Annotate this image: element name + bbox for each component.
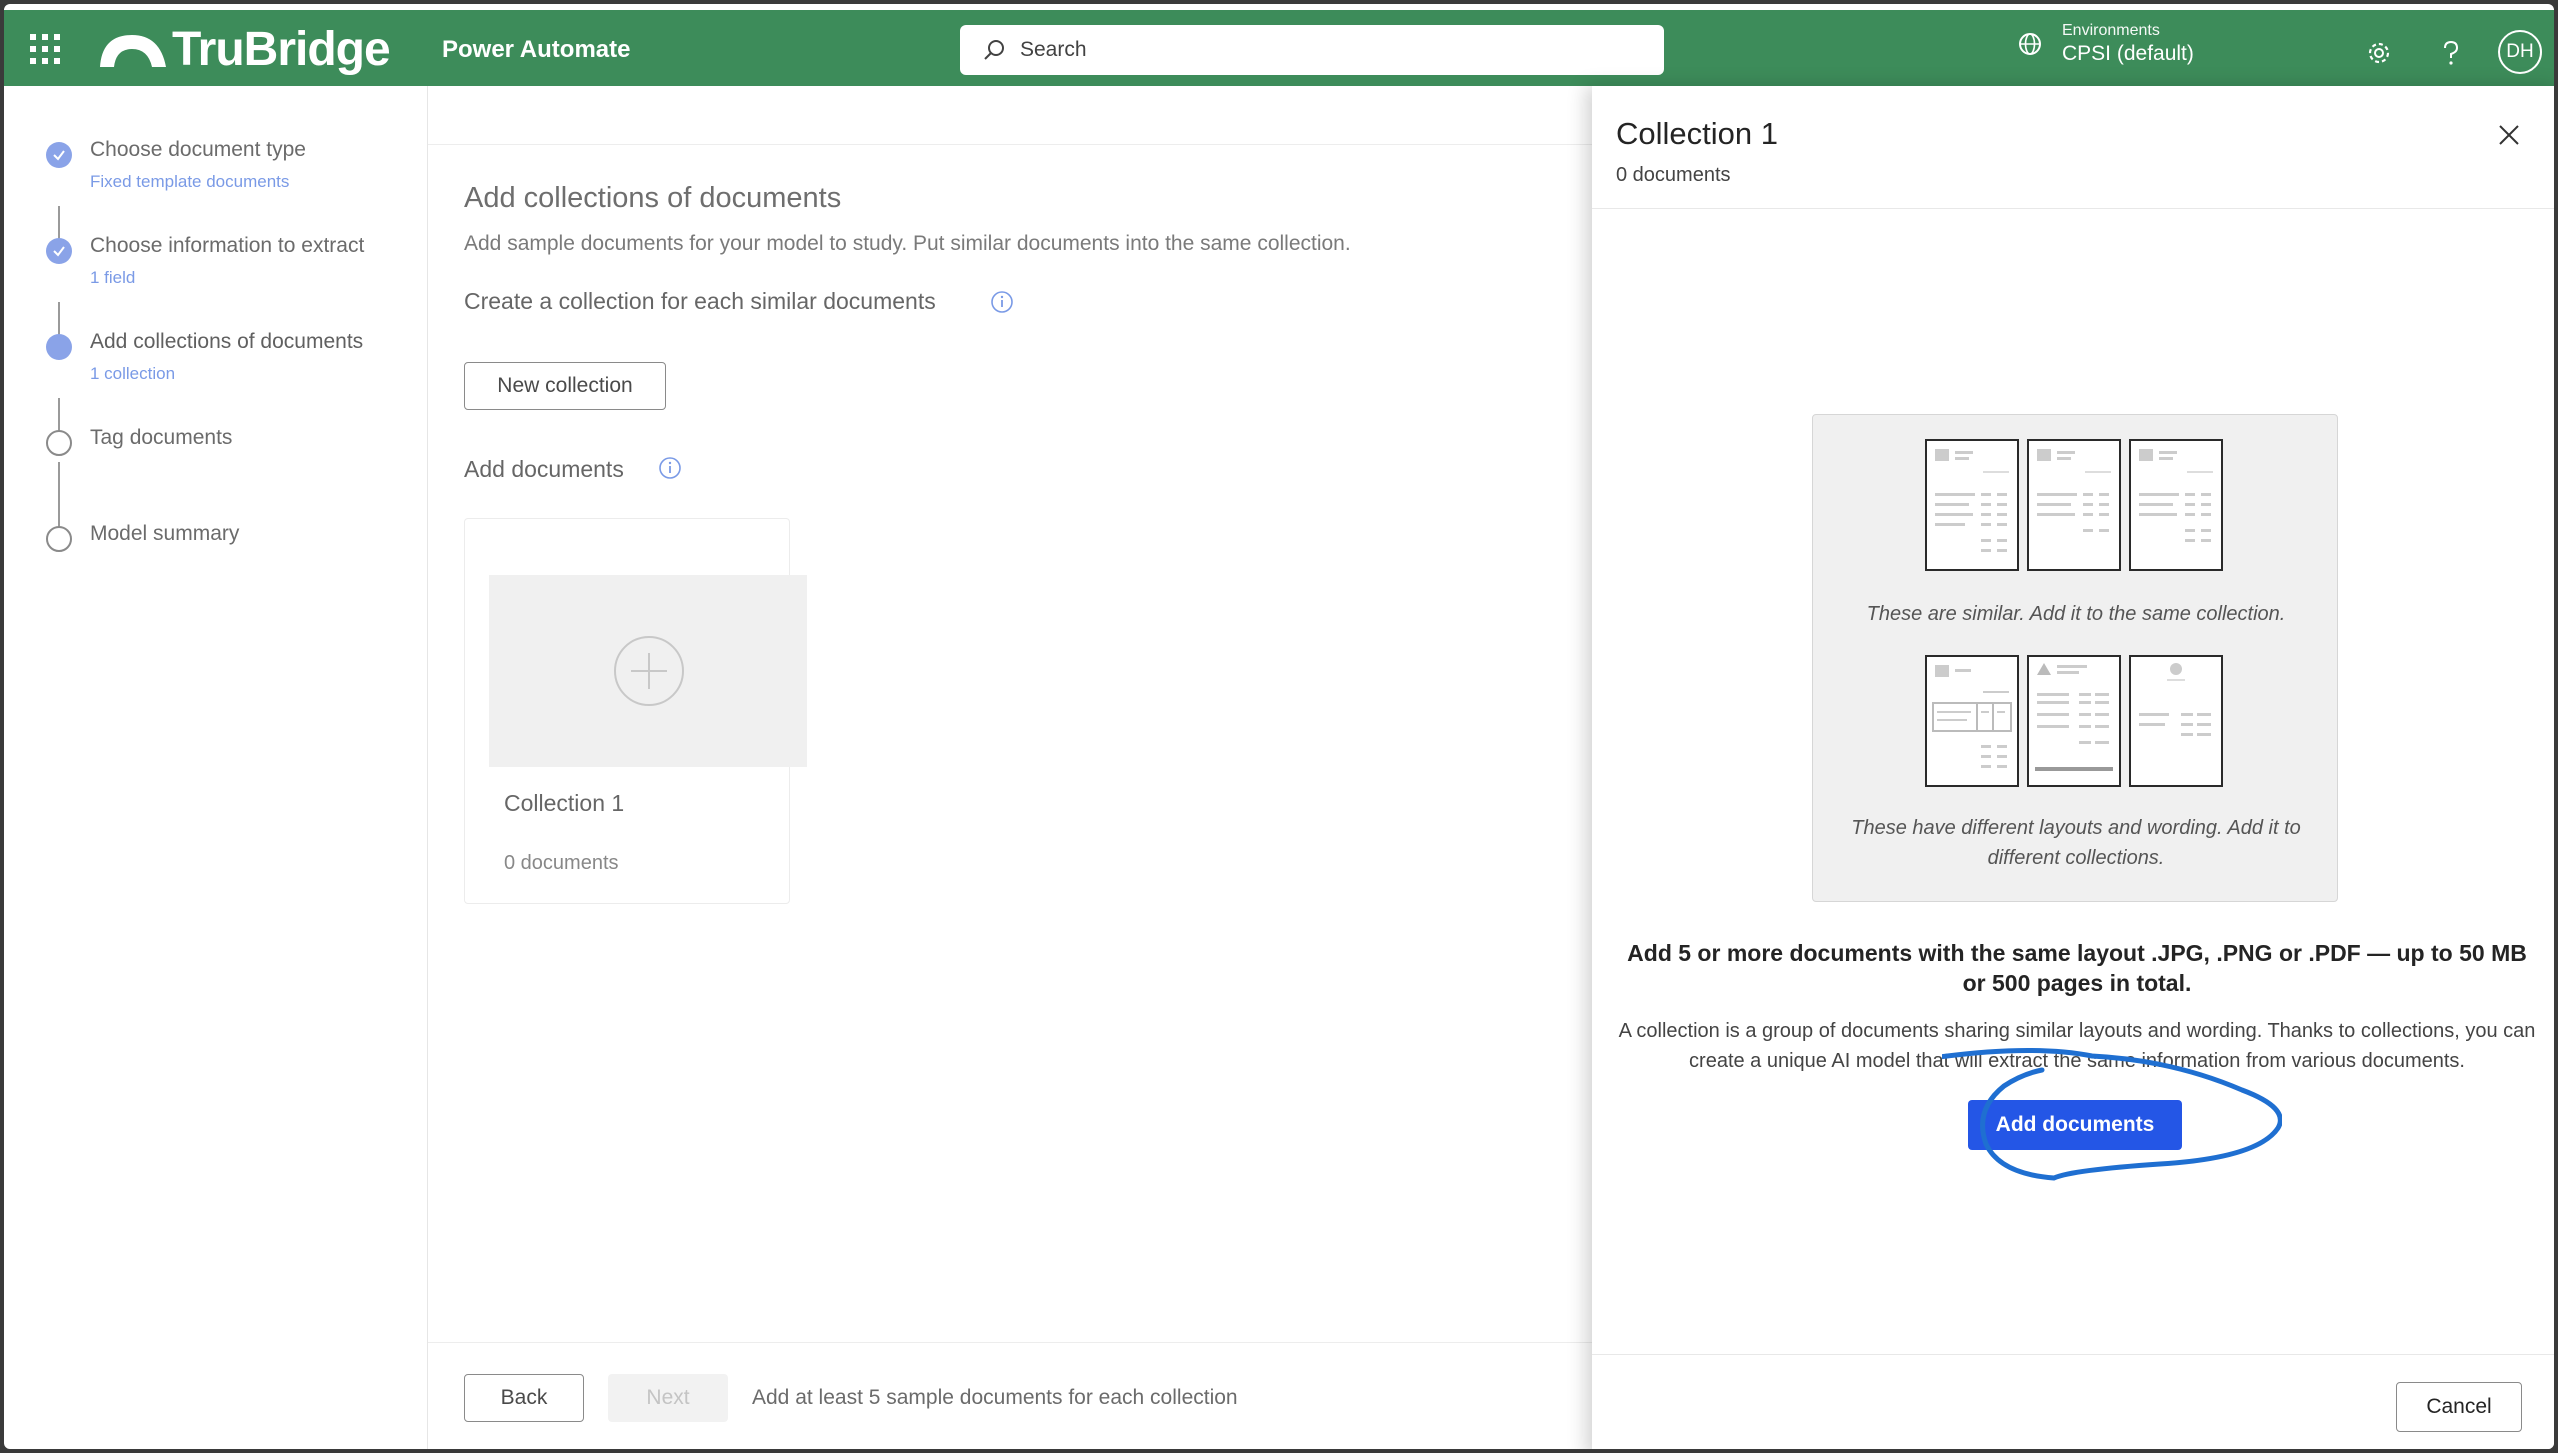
info-icon[interactable] xyxy=(658,456,682,480)
panel-title: Collection 1 xyxy=(1616,116,1778,151)
pending-step-dot xyxy=(46,430,72,456)
cancel-button[interactable]: Cancel xyxy=(2396,1382,2522,1432)
new-collection-button[interactable]: New collection xyxy=(464,362,666,410)
brand-logo[interactable]: TruBridge xyxy=(98,22,391,76)
waffle-icon[interactable] xyxy=(30,34,60,64)
divider xyxy=(1592,1354,2554,1355)
step-title: Add collections of documents xyxy=(90,330,364,353)
upload-requirements: Add 5 or more documents with the same la… xyxy=(1627,940,2527,996)
document-thumbnail xyxy=(1925,439,2019,571)
panel-subtitle: 0 documents xyxy=(1616,164,1731,186)
guidance-illustration: These are similar. Add it to the same co… xyxy=(1812,414,2338,902)
avatar[interactable]: DH xyxy=(2498,30,2542,74)
wizard-stepper: Choose document type Fixed template docu… xyxy=(4,86,428,1449)
page-description: Add sample documents for your model to s… xyxy=(464,232,1351,255)
add-documents-button[interactable]: Add documents xyxy=(1968,1100,2182,1150)
caption-similar: These are similar. Add it to the same co… xyxy=(1866,603,2286,625)
main-content: Add collections of documents Add sample … xyxy=(428,86,1592,1449)
collection-card-count: 0 documents xyxy=(504,852,619,874)
gear-icon[interactable] xyxy=(2364,38,2394,68)
search-placeholder: Search xyxy=(1020,38,1087,61)
divider xyxy=(428,144,1592,145)
add-documents-heading: Add documents xyxy=(464,456,624,482)
plus-circle-icon xyxy=(614,636,684,706)
step-subtitle: Fixed template documents xyxy=(90,172,290,191)
step-title: Choose document type xyxy=(90,138,306,161)
step-subtitle: 1 collection xyxy=(90,364,176,383)
collection-card-title: Collection 1 xyxy=(504,790,625,816)
divider xyxy=(428,1342,1592,1343)
info-icon[interactable] xyxy=(990,290,1014,314)
collection-explanation: A collection is a group of documents sha… xyxy=(1618,1020,2536,1072)
add-document-thumbnail[interactable] xyxy=(489,575,807,767)
document-thumbnail xyxy=(2129,439,2223,571)
document-thumbnail xyxy=(1925,655,2019,787)
pending-step-dot xyxy=(46,526,72,552)
brand-logo-mark xyxy=(100,35,166,67)
search-icon xyxy=(984,40,1004,60)
close-icon[interactable] xyxy=(2496,122,2522,148)
step-connector xyxy=(58,462,60,536)
top-bar: TruBridge Power Automate Search Environm… xyxy=(4,10,2554,86)
step-subtitle: 1 field xyxy=(90,268,136,287)
environment-caption: Environments xyxy=(2062,22,2160,39)
document-thumbnail xyxy=(2129,655,2223,787)
document-thumbnail xyxy=(2027,655,2121,787)
help-icon[interactable] xyxy=(2436,38,2466,68)
back-button[interactable]: Back xyxy=(464,1374,584,1422)
collection-heading: Create a collection for each similar doc… xyxy=(464,288,936,314)
environment-name: CPSI (default) xyxy=(2062,42,2194,65)
check-icon xyxy=(46,238,72,264)
collection-panel: Collection 1 0 documents These are simil… xyxy=(1592,86,2554,1449)
divider xyxy=(1592,208,2554,209)
environment-picker[interactable]: Environments CPSI (default) xyxy=(2016,22,2194,66)
caption-different: These have different layouts and wording… xyxy=(1851,817,2301,869)
environment-icon xyxy=(2019,33,2041,55)
search-box[interactable]: Search xyxy=(960,25,1664,75)
document-thumbnail xyxy=(2027,439,2121,571)
step-title: Model summary xyxy=(90,522,240,545)
app-name[interactable]: Power Automate xyxy=(442,36,630,64)
step-title: Tag documents xyxy=(90,426,233,449)
current-step-dot xyxy=(46,334,72,360)
app-window: TruBridge Power Automate Search Environm… xyxy=(0,0,2558,1453)
footer-hint: Add at least 5 sample documents for each… xyxy=(752,1386,1238,1409)
check-icon xyxy=(46,142,72,168)
next-button[interactable]: Next xyxy=(608,1374,728,1422)
collection-card[interactable] xyxy=(464,518,807,904)
brand-name: TruBridge xyxy=(172,22,391,76)
page-title: Add collections of documents xyxy=(464,182,842,214)
step-title: Choose information to extract xyxy=(90,234,365,257)
